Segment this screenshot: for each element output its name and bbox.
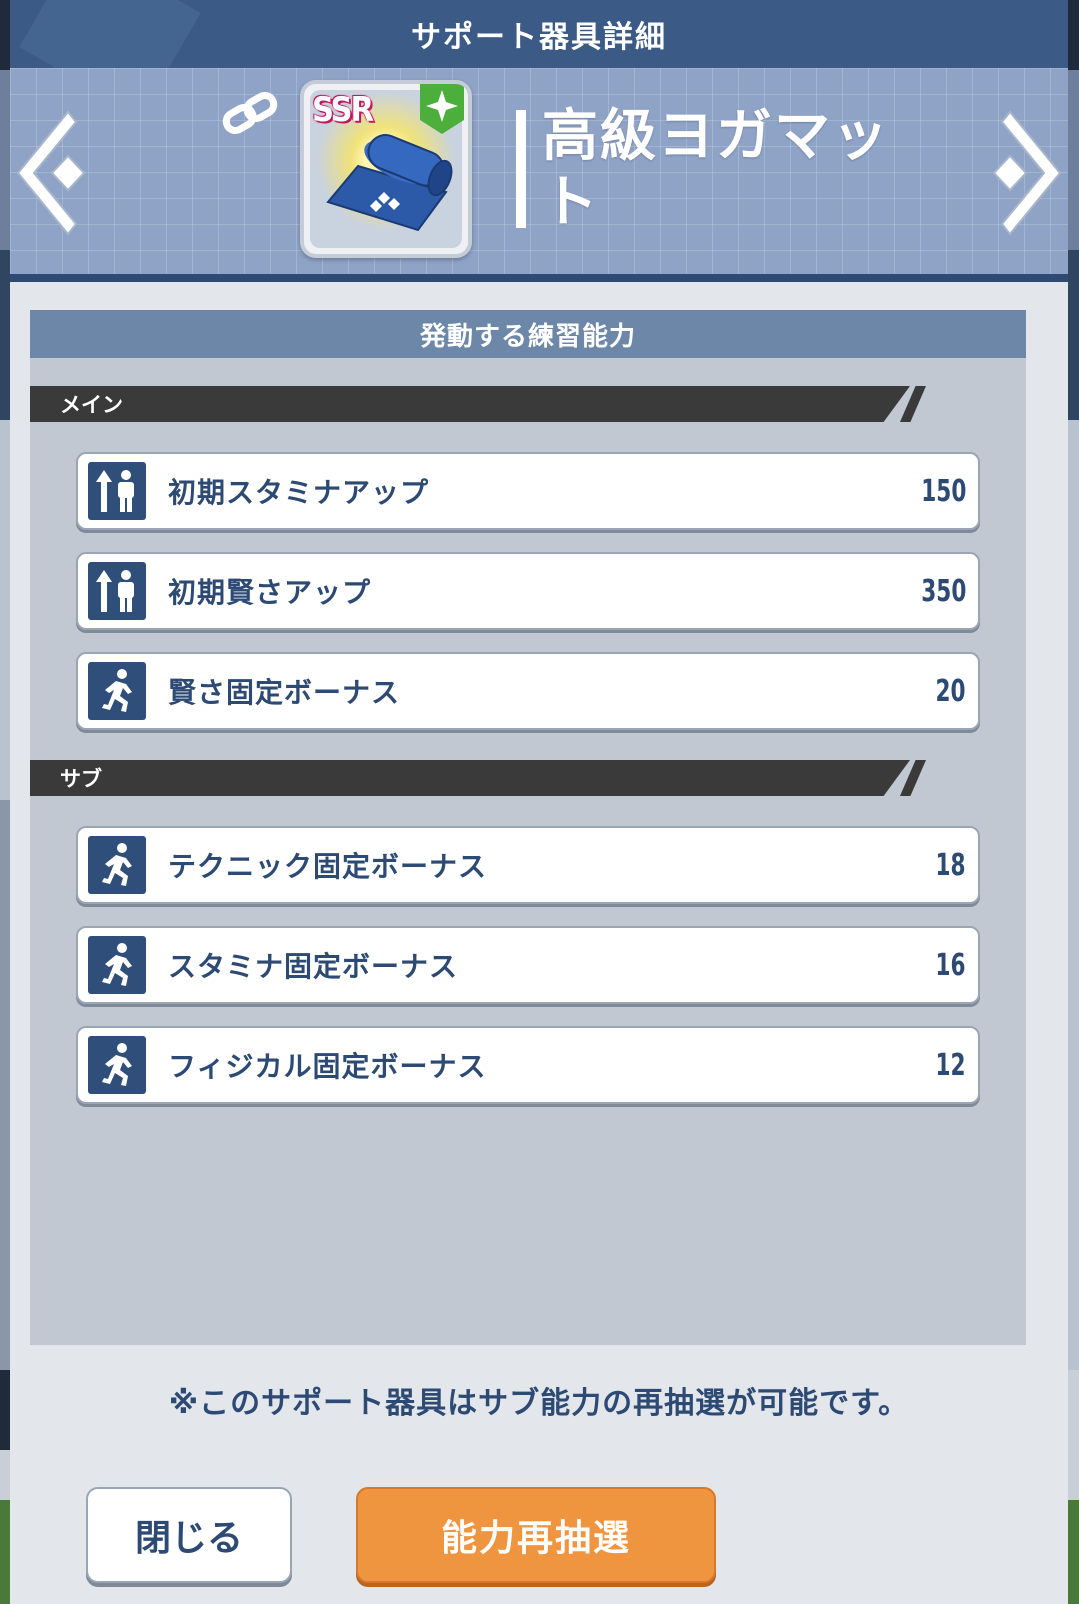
section-label-main: メイン <box>30 386 910 422</box>
ability-row-main-1: 初期スタミナアップ 150 <box>76 452 980 530</box>
ability-row-sub-1: テクニック固定ボーナス 18 <box>76 826 980 904</box>
ability-row-sub-2: スタミナ固定ボーナス 16 <box>76 926 980 1004</box>
ability-name: フィジカル固定ボーナス <box>168 1050 487 1083</box>
panel-header: 発動する練習能力 <box>30 310 1026 358</box>
support-item-dialog: サポート器具詳細 SSR 高級ヨガマット 発動する練習能力 メイン 初期スタミナ… <box>10 0 1068 1604</box>
reroll-button[interactable]: 能力再抽選 <box>356 1487 716 1583</box>
section-label-main-text: メイン <box>60 393 123 417</box>
item-card[interactable]: SSR <box>300 80 472 258</box>
plus-badge-icon <box>420 84 464 134</box>
running-icon <box>88 662 146 720</box>
ability-value: 150 <box>920 473 966 509</box>
ability-value: 20 <box>935 673 966 709</box>
reroll-note: ※このサポート器具はサブ能力の再抽選が可能です。 <box>168 1386 910 1421</box>
running-icon <box>88 836 146 894</box>
ability-name: スタミナ固定ボーナス <box>168 950 459 983</box>
ability-name: テクニック固定ボーナス <box>168 850 488 883</box>
background-left <box>0 0 10 1604</box>
stamina-up-icon <box>88 462 146 520</box>
background-right <box>1067 0 1079 1604</box>
running-icon <box>88 936 146 994</box>
ability-panel: 発動する練習能力 メイン 初期スタミナアップ 150 初期賢さアップ 350 賢… <box>30 310 1026 1345</box>
ability-row-main-3: 賢さ固定ボーナス 20 <box>76 652 980 730</box>
link-icon <box>222 92 278 134</box>
ability-name: 賢さ固定ボーナス <box>168 676 401 709</box>
ability-row-main-2: 初期賢さアップ 350 <box>76 552 980 630</box>
name-separator <box>516 110 526 228</box>
next-arrow-icon[interactable] <box>988 108 1068 238</box>
close-button[interactable]: 閉じる <box>86 1487 292 1583</box>
dialog-title: サポート器具詳細 <box>411 20 667 55</box>
previous-arrow-icon[interactable] <box>10 108 90 238</box>
ability-name: 初期スタミナアップ <box>168 476 430 509</box>
stamina-up-icon <box>88 562 146 620</box>
dialog-title-bar: サポート器具詳細 <box>10 0 1068 68</box>
item-name: 高級ヨガマット <box>542 104 890 235</box>
ability-row-sub-3: フィジカル固定ボーナス 12 <box>76 1026 980 1104</box>
section-label-sub: サブ <box>30 760 910 796</box>
ability-value: 16 <box>935 947 966 983</box>
item-header: SSR 高級ヨガマット <box>10 68 1068 282</box>
section-label-sub-text: サブ <box>60 767 102 791</box>
ability-name: 初期賢さアップ <box>168 576 372 609</box>
rarity-label: SSR <box>312 90 374 130</box>
yoga-mat-icon <box>326 134 453 232</box>
ability-value: 12 <box>935 1047 966 1083</box>
ability-value: 350 <box>920 573 966 609</box>
ability-value: 18 <box>935 847 966 883</box>
running-icon <box>88 1036 146 1094</box>
